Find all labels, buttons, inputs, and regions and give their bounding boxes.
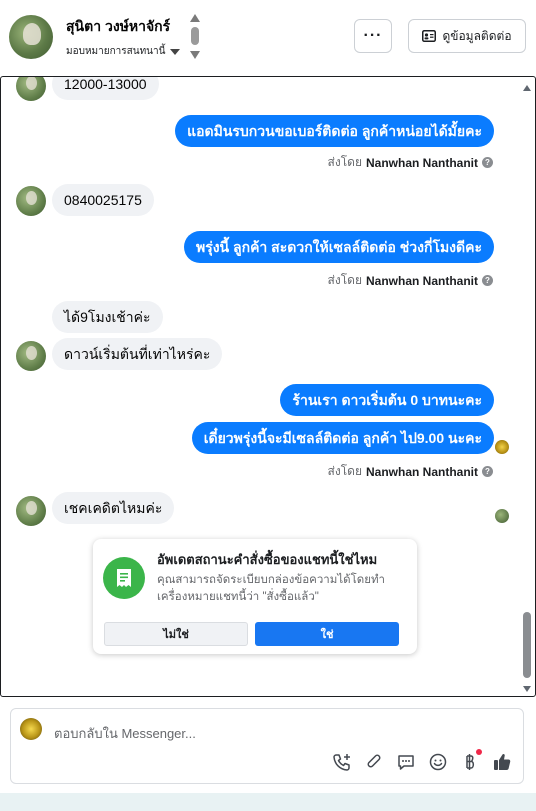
sender-avatar — [16, 77, 46, 101]
outgoing-message[interactable]: เดี๋ยวพรุ่งนี้จะมีเซลล์ติดต่อ ลูกค้า ไป9… — [191, 422, 494, 454]
thumbs-up-icon[interactable] — [491, 751, 513, 773]
paperclip-icon[interactable] — [363, 751, 385, 773]
outgoing-message[interactable]: ร้านเรา ดาวเริ่มต้น 0 บาทนะคะ — [280, 384, 494, 416]
incoming-message[interactable]: ดาวน์เริ่มต้นที่เท่าไหร่คะ — [52, 338, 223, 370]
sent-by-name: Nanwhan Nanthanit — [365, 155, 478, 170]
incoming-message[interactable]: เชคเคดิตไหมค่ะ — [52, 492, 175, 524]
incoming-message[interactable]: ได้9โมงเช้าค่ะ — [52, 301, 163, 333]
sent-by-prefix: ส่งโดย — [327, 464, 362, 478]
scroll-down-icon[interactable] — [523, 686, 531, 692]
sender-avatar — [16, 341, 46, 371]
arrow-up-icon[interactable] — [190, 14, 200, 22]
view-contact-button[interactable]: ดูข้อมูลติดต่อ — [408, 19, 526, 53]
phone-plus-icon[interactable] — [331, 751, 353, 773]
contact-name[interactable]: สุนิตา วงษ์หาจักร์ — [66, 16, 170, 38]
message-thread[interactable]: 12000-13000 แอดมินรบกวนขอเบอร์ติดต่อ ลูก… — [0, 76, 536, 697]
sent-by-line: ส่งโดย Nanwhan Nanthanit ? — [328, 271, 493, 290]
reply-input[interactable]: ตอบกลับใน Messenger... — [54, 723, 196, 744]
notification-dot — [476, 749, 482, 755]
sender-avatar — [16, 496, 46, 526]
help-icon[interactable]: ? — [482, 466, 493, 477]
prompt-body: คุณสามารถจัดระเบียบกล่องข้อความได้โดยทำเ… — [157, 574, 386, 603]
contact-card-icon — [422, 30, 437, 42]
yes-button[interactable]: ใช่ — [255, 622, 399, 646]
outgoing-message[interactable]: แอดมินรบกวนขอเบอร์ติดต่อ ลูกค้าหน่อยได้ม… — [175, 115, 494, 147]
outgoing-message[interactable]: พรุ่งนี้ ลูกค้า สะดวกให้เซลล์ติดต่อ ช่วง… — [183, 231, 494, 263]
conversation-header: สุนิตา วงษ์หาจักร์ มอบหมายการสนทนานี้ ··… — [0, 0, 536, 76]
no-button[interactable]: ไม่ใช่ — [104, 622, 248, 646]
receipt-icon — [103, 557, 145, 599]
sent-by-prefix: ส่งโดย — [327, 273, 362, 287]
prompt-title: อัพเดตสถานะคำสั่งซื้อของแชทนี้ใช่ไหม — [157, 552, 378, 567]
sent-by-prefix: ส่งโดย — [327, 155, 362, 169]
sent-by-line: ส่งโดย Nanwhan Nanthanit ? — [328, 462, 493, 481]
scroll-thumb[interactable] — [523, 612, 531, 678]
page-footer-strip — [0, 793, 536, 811]
incoming-message[interactable]: 12000-13000 — [52, 77, 159, 100]
incoming-message[interactable]: 0840025175 — [52, 184, 154, 216]
assign-conversation-dropdown[interactable]: มอบหมายการสนทนานี้ — [66, 44, 181, 59]
sent-by-line: ส่งโดย Nanwhan Nanthanit ? — [328, 153, 493, 172]
order-status-prompt: อัพเดตสถานะคำสั่งซื้อของแชทนี้ใช่ไหม คุณ… — [93, 539, 417, 654]
stepper-bar — [191, 27, 199, 45]
saved-reply-icon[interactable] — [395, 751, 417, 773]
seen-avatar — [495, 509, 509, 523]
arrow-down-icon[interactable] — [190, 51, 200, 59]
sent-by-name: Nanwhan Nanthanit — [365, 464, 478, 479]
sent-by-name: Nanwhan Nanthanit — [365, 273, 478, 288]
view-contact-label: ดูข้อมูลติดต่อ — [442, 28, 512, 43]
contact-avatar[interactable] — [9, 15, 53, 59]
caret-down-icon — [170, 48, 181, 55]
more-options-button[interactable]: ··· — [354, 19, 392, 53]
composer-toolbar — [331, 749, 513, 773]
scroll-up-icon[interactable] — [523, 85, 531, 91]
sender-avatar — [16, 186, 46, 216]
help-icon[interactable]: ? — [482, 275, 493, 286]
baht-icon[interactable] — [459, 749, 482, 773]
help-icon[interactable]: ? — [482, 157, 493, 168]
thread-scrollbar[interactable] — [522, 77, 533, 696]
emoji-icon[interactable] — [427, 751, 449, 773]
conversation-stepper[interactable] — [189, 14, 201, 60]
seen-avatar — [495, 440, 509, 454]
reply-composer: ตอบกลับใน Messenger... — [10, 708, 524, 784]
assign-label: มอบหมายการสนทนานี้ — [66, 46, 166, 57]
page-avatar — [20, 718, 42, 740]
